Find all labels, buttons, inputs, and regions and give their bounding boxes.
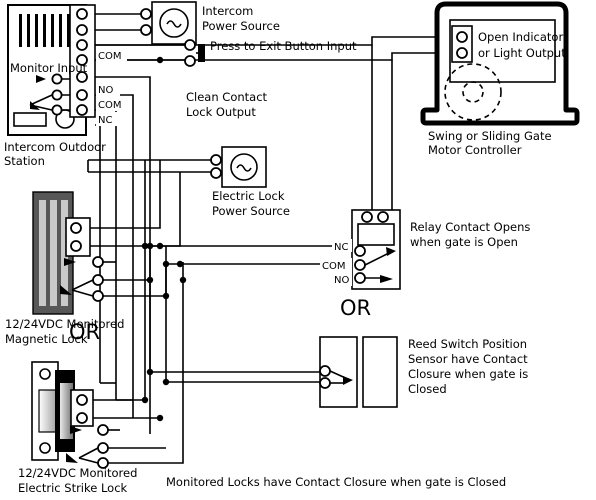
or-separator-right: OR xyxy=(340,296,371,320)
magnetic-lock[interactable] xyxy=(32,191,104,315)
reed-label-3: Closure when gate is xyxy=(408,367,528,381)
reed-label-1: Reed Switch Position xyxy=(408,337,527,351)
relay-label-1: Relay Contact Opens xyxy=(410,220,530,234)
electric-strike-lock[interactable] xyxy=(31,361,109,469)
relay-contact-block[interactable] xyxy=(351,209,401,290)
label-com-upper: COM xyxy=(98,51,121,62)
electric-lock-power-source[interactable] xyxy=(210,146,267,188)
relay-label-no: NO xyxy=(334,275,349,286)
intercom-outdoor-station[interactable]: Monitor Input xyxy=(7,4,96,136)
relay-label-nc: NC xyxy=(334,242,348,253)
reed-label-2: Sensor have Contact xyxy=(408,352,528,366)
label-nc: NC xyxy=(98,115,112,126)
gate-device-label-1: Swing or Sliding Gate xyxy=(428,129,552,143)
reed-switch-sensor[interactable] xyxy=(319,336,398,408)
electric-lock-power-label-2: Power Source xyxy=(212,204,290,218)
wiring-diagram: Monitor Input COM NO COM NC Intercom Out… xyxy=(4,1,580,495)
press-to-exit-input[interactable] xyxy=(184,39,205,67)
monitor-input-label: Monitor Input xyxy=(10,61,88,75)
strike-lock-label-1: 12/24VDC Monitored xyxy=(18,466,137,480)
relay-label-2: when gate is Open xyxy=(410,235,518,249)
clean-contact-label-2: Lock Output xyxy=(186,105,256,119)
relay-label-com: COM xyxy=(322,261,345,272)
label-no: NO xyxy=(98,85,113,96)
gate-device-label-2: Motor Controller xyxy=(428,143,522,157)
reed-label-4: Closed xyxy=(408,382,447,396)
magnetic-lock-label-1: 12/24VDC Monitored xyxy=(5,317,124,331)
diagram-canvas: Monitor Input COM NO COM NC Intercom Out… xyxy=(0,0,596,500)
intercom-device-label-1: Intercom Outdoor xyxy=(4,140,106,154)
strike-lock-label-2: Electric Strike Lock xyxy=(18,481,128,495)
intercom-terminal-labels: COM NO COM NC xyxy=(96,48,127,126)
intercom-power-label-2: Power Source xyxy=(202,19,280,33)
electric-lock-power-label-1: Electric Lock xyxy=(212,189,285,203)
gate-motor-controller[interactable] xyxy=(420,1,580,126)
wire-harness xyxy=(87,13,458,464)
intercom-device-label-2: Station xyxy=(4,154,45,168)
label-com-lower: COM xyxy=(98,100,121,111)
gate-output-label-1: Open Indicator xyxy=(478,30,563,44)
intercom-power-source[interactable] xyxy=(140,1,197,45)
magnetic-lock-label-2: Magnetic Lock xyxy=(5,332,88,346)
clean-contact-label-1: Clean Contact xyxy=(186,90,268,104)
intercom-power-label-1: Intercom xyxy=(202,4,253,18)
press-to-exit-label: Press to Exit Button Input xyxy=(210,39,357,53)
gate-output-label-2: or Light Output xyxy=(478,46,566,60)
footer-note: Monitored Locks have Contact Closure whe… xyxy=(166,475,506,489)
